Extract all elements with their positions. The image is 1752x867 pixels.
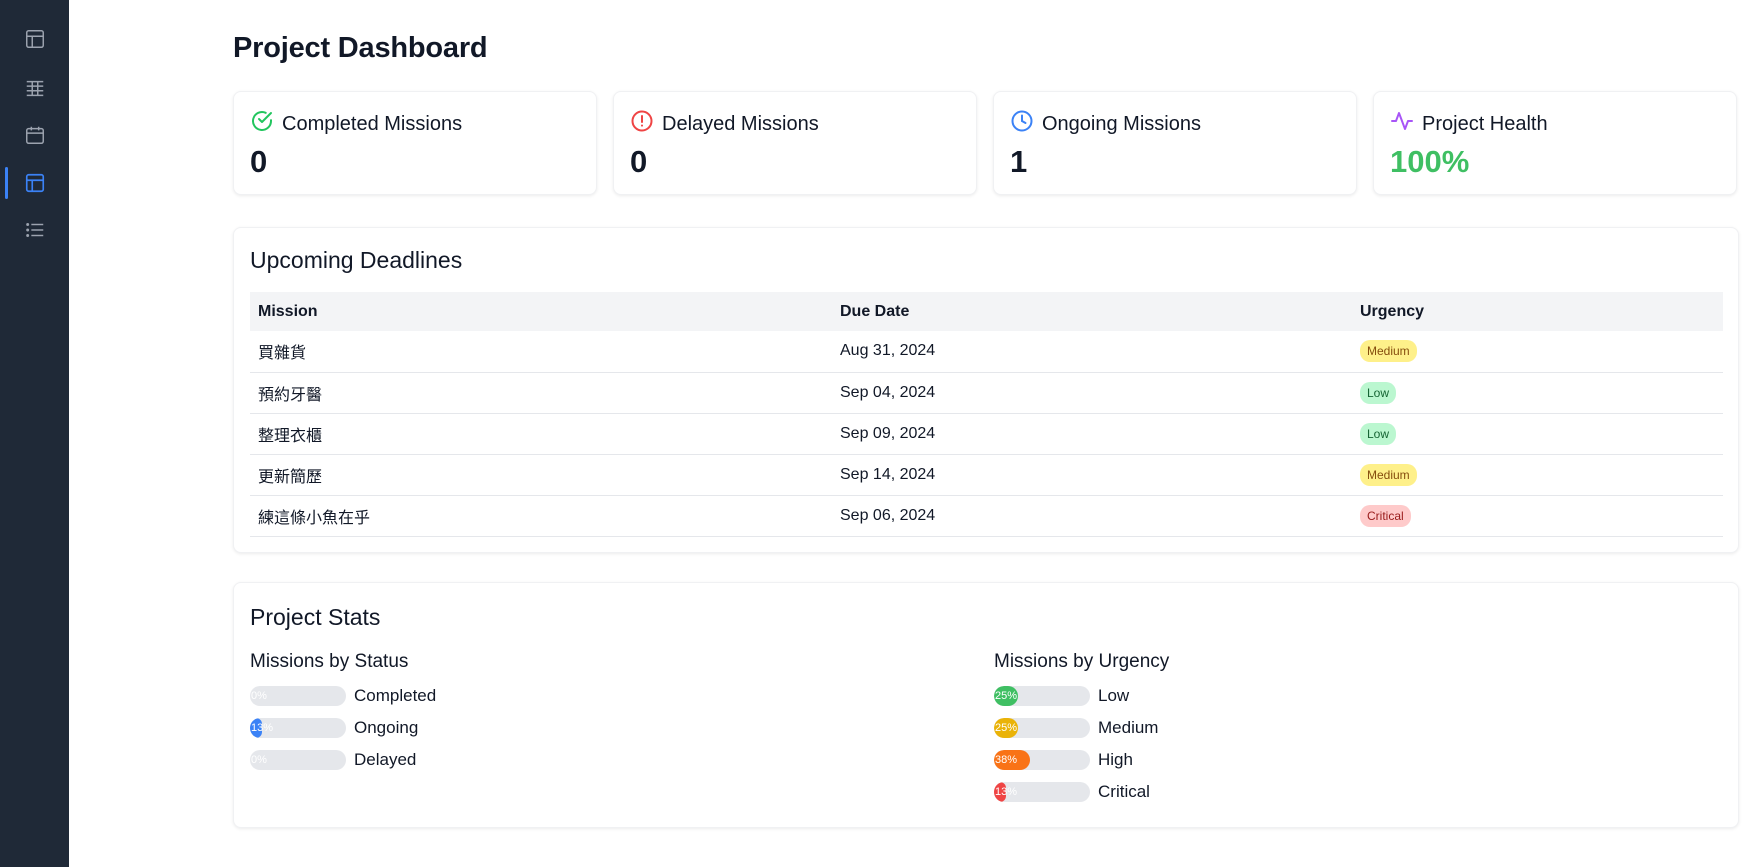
grid-icon[interactable] [0,66,69,110]
mission-cell: 練這條小魚在乎 [250,495,832,537]
alert-circle-icon [630,109,654,139]
progress-percent: 25% [995,722,1018,734]
stat-value: 100% [1390,144,1470,179]
bar-row-critical: 13% Critical [994,781,1150,803]
bar-label: Low [1098,686,1130,705]
progress-bar: 0% [250,686,346,706]
list-icon[interactable] [0,208,69,252]
due-date-cell: Sep 14, 2024 [832,454,1352,496]
progress-percent: 25% [995,690,1018,702]
bar-row-high: 38% High [994,749,1133,771]
bar-label: Ongoing [354,718,419,737]
urgency-badge: Low [1360,422,1397,445]
calendar-icon[interactable] [0,113,69,157]
stat-label: Ongoing Missions [1042,112,1201,135]
project-stats-title: Project Stats [250,604,381,630]
dashboard-icon[interactable] [0,161,69,205]
deadlines-table: Mission Due Date Urgency 買雜貨 Aug 31, 2024… [250,292,1723,537]
progress-bar: 38% [994,750,1090,770]
stat-label: Completed Missions [282,112,463,135]
table-row[interactable]: 練這條小魚在乎 Sep 06, 2024 Critical [250,495,1723,537]
table-header-row: Mission Due Date Urgency [250,292,1723,331]
progress-bar: 25% [994,686,1090,706]
stat-card-delayed: Delayed Missions 0 [613,91,977,195]
urgency-badge: Medium [1360,340,1417,363]
progress-bar: 13% [994,782,1090,802]
due-date-cell: Sep 09, 2024 [832,413,1352,455]
due-date-cell: Aug 31, 2024 [832,331,1352,373]
progress-bar: 13% [250,718,346,738]
sidebar [0,0,69,867]
activity-icon [1390,109,1414,139]
column-header-due-date: Due Date [832,292,1352,331]
bar-label: Medium [1098,718,1159,737]
stat-value: 0 [630,144,648,179]
bar-row-completed: 0% Completed [250,685,436,707]
urgency-cell: Medium [1352,331,1723,373]
progress-bar: 0% [250,750,346,770]
table-row[interactable]: 更新簡歷 Sep 14, 2024 Medium [250,454,1723,496]
urgency-cell: Low [1352,372,1723,414]
progress-percent: 0% [251,690,267,702]
urgency-cell: Low [1352,413,1723,455]
deadlines-card: Upcoming Deadlines Mission Due Date Urge… [233,227,1739,553]
mission-cell: 預約牙醫 [250,372,832,414]
project-stats-card: Project Stats Missions by Status Mission… [233,582,1739,828]
stat-card-completed: Completed Missions 0 [233,91,597,195]
progress-percent: 13% [995,786,1018,798]
table-icon[interactable] [0,17,69,61]
table-row[interactable]: 買雜貨 Aug 31, 2024 Medium [250,331,1723,373]
bar-row-delayed: 0% Delayed [250,749,416,771]
mission-cell: 更新簡歷 [250,454,832,496]
urgency-badge: Low [1360,381,1397,404]
stat-label: Delayed Missions [662,112,819,135]
mission-cell: 買雜貨 [250,331,832,373]
bar-row-medium: 25% Medium [994,717,1158,739]
stat-label: Project Health [1422,112,1548,135]
table-row[interactable]: 預約牙醫 Sep 04, 2024 Low [250,372,1723,414]
bar-row-low: 25% Low [994,685,1129,707]
mission-cell: 整理衣櫃 [250,413,832,455]
check-circle-icon [250,109,274,139]
column-header-mission: Mission [250,292,832,331]
urgency-badge: Critical [1360,504,1411,527]
column-header-urgency: Urgency [1352,292,1723,331]
urgency-cell: Critical [1352,495,1723,537]
status-chart-title: Missions by Status [250,651,409,672]
due-date-cell: Sep 06, 2024 [832,495,1352,537]
bar-label: High [1098,750,1133,769]
table-row[interactable]: 整理衣櫃 Sep 09, 2024 Low [250,413,1723,455]
stat-value: 0 [250,144,268,179]
deadlines-title: Upcoming Deadlines [250,247,463,273]
page-title: Project Dashboard [233,32,488,64]
bar-label: Delayed [354,750,417,769]
progress-percent: 38% [995,754,1018,766]
progress-percent: 13% [251,722,274,734]
progress-percent: 0% [251,754,267,766]
bar-label: Critical [1098,782,1150,801]
urgency-chart-title: Missions by Urgency [994,651,1170,672]
clock-icon [1010,109,1034,139]
bar-row-ongoing: 13% Ongoing [250,717,418,739]
due-date-cell: Sep 04, 2024 [832,372,1352,414]
bar-label: Completed [354,686,437,705]
stat-card-ongoing: Ongoing Missions 1 [993,91,1357,195]
urgency-badge: Medium [1360,463,1417,486]
stat-value: 1 [1010,144,1028,179]
urgency-cell: Medium [1352,454,1723,496]
stat-card-health: Project Health 100% [1373,91,1737,195]
progress-bar: 25% [994,718,1090,738]
